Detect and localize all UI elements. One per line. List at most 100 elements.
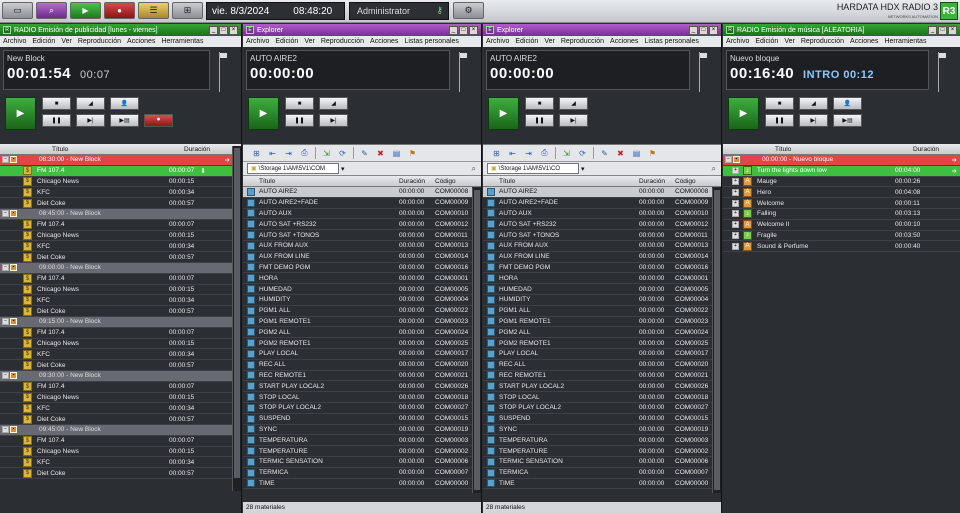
table-row[interactable]: REC ALL 00:00:00 COM00020	[243, 360, 472, 371]
list-item[interactable]: $ Diet Coke 00:00:57	[0, 414, 233, 425]
pause-button[interactable]: ❚❚	[42, 114, 71, 127]
block-row[interactable]: − ▪ 09:00:00 - New Block	[0, 262, 233, 274]
block-row[interactable]: − ▪ 08:30:00 - New Block ➜	[0, 155, 233, 166]
menu-item-herramientas[interactable]: Herramientas	[884, 38, 926, 45]
table-row[interactable]: HUMIDITY 00:00:00 COM00004	[243, 295, 472, 306]
play-button[interactable]: ▶	[488, 97, 519, 130]
properties-icon[interactable]: ⚑	[647, 148, 658, 159]
minimize-icon[interactable]: _	[689, 25, 698, 35]
list-item[interactable]: $ FM 107.4 00:00:07 ⬇	[0, 165, 233, 177]
menu-item-reproduccion[interactable]: Reproducción	[78, 38, 121, 45]
list-item[interactable]: $ Chicago News 00:00:15	[0, 230, 233, 242]
table-row[interactable]: REC REMOTE1 00:00:00 COM00021	[243, 371, 472, 382]
table-row[interactable]: SYNC 00:00:00 COM00019	[243, 425, 472, 436]
table-row[interactable]: PGM1 REMOTE1 00:00:00 COM00023	[243, 317, 472, 328]
list-item[interactable]: + A Sound & Perfume 00:00:40	[723, 241, 960, 253]
next-button[interactable]: ▶|	[76, 114, 105, 127]
refresh-icon[interactable]: ⟳	[337, 148, 348, 159]
vertical-scrollbar[interactable]	[712, 188, 721, 493]
vertical-scrollbar[interactable]	[232, 146, 241, 491]
fade-button[interactable]: ◢	[319, 97, 348, 110]
stop-button[interactable]: ■	[42, 97, 71, 110]
move-left-icon[interactable]: ⇤	[507, 148, 518, 159]
table-row[interactable]: PLAY LOCAL 00:00:00 COM00017	[483, 349, 712, 360]
table-row[interactable]: FMT DEMO PGM 00:00:00 COM00016	[483, 263, 712, 274]
next-button[interactable]: ▶|	[799, 114, 828, 127]
stop-button[interactable]: ■	[525, 97, 554, 110]
delete-icon[interactable]: ✖	[615, 148, 626, 159]
collapse-icon[interactable]: −	[2, 372, 9, 380]
column-duration[interactable]: Duración	[399, 178, 435, 185]
search-icon[interactable]: ⌕	[472, 164, 476, 174]
expand-icon[interactable]: +	[732, 177, 739, 185]
menu-item-ver[interactable]: Ver	[784, 38, 795, 45]
table-row[interactable]: AUTO AIRE2+FADE 00:00:00 COM00009	[243, 198, 472, 209]
list-item[interactable]: $ FM 107.4 00:00:07	[0, 328, 233, 339]
list-item[interactable]: $ KFC 00:00:34	[0, 349, 233, 361]
column-title[interactable]: Título	[52, 146, 184, 153]
table-row[interactable]: AUX FROM AUX 00:00:00 COM00013	[243, 241, 472, 252]
table-row[interactable]: AUTO SAT +RS232 00:00:00 COM00012	[243, 219, 472, 231]
pause-button[interactable]: ❚❚	[285, 114, 314, 127]
list-item[interactable]: $ KFC 00:00:34	[0, 295, 233, 307]
list-button[interactable]: ☰	[138, 2, 169, 19]
table-row[interactable]: SYNC 00:00:00 COM00019	[483, 425, 712, 436]
minimize-icon[interactable]: _	[928, 25, 937, 35]
table-row[interactable]: TERMIC SENSATION 00:00:00 COM00006	[243, 457, 472, 468]
table-row[interactable]: TEMPERATURA 00:00:00 COM00003	[483, 435, 712, 447]
user-selector[interactable]: Administrator ⚷	[349, 2, 449, 20]
menu-item-ver[interactable]: Ver	[61, 38, 72, 45]
menu-item-herramientas[interactable]: Herramientas	[161, 38, 203, 45]
list-item[interactable]: $ Diet Coke 00:00:57	[0, 252, 233, 263]
list-item[interactable]: $ Chicago News 00:00:15	[0, 392, 233, 404]
move-right-icon[interactable]: ⇥	[523, 148, 534, 159]
table-row[interactable]: STOP LOCAL 00:00:00 COM00018	[243, 392, 472, 403]
list-item[interactable]: $ FM 107.4 00:00:07	[0, 382, 233, 393]
table-row[interactable]: PGM1 ALL 00:00:00 COM00022	[243, 306, 472, 317]
table-row[interactable]: HUMEDAD 00:00:00 COM00005	[243, 284, 472, 295]
list-item[interactable]: $ KFC 00:00:34	[0, 241, 233, 253]
list-item[interactable]: $ Chicago News 00:00:15	[0, 176, 233, 188]
list-item[interactable]: $ Diet Coke 00:00:57	[0, 306, 233, 317]
collapse-icon[interactable]: −	[2, 426, 9, 434]
document-icon[interactable]: ▤	[631, 148, 642, 159]
table-row[interactable]: PGM2 REMOTE1 00:00:00 COM00025	[243, 338, 472, 349]
block-row[interactable]: − ▪ 09:30:00 - New Block	[0, 370, 233, 382]
collapse-icon[interactable]: −	[2, 210, 9, 218]
minimize-icon[interactable]: _	[209, 25, 218, 35]
chevron-down-icon[interactable]: ▾	[341, 165, 345, 173]
table-row[interactable]: REC REMOTE1 00:00:00 COM00021	[483, 371, 712, 382]
menu-item-archivo[interactable]: Archivo	[486, 38, 509, 45]
table-row[interactable]: AUTO AIRE2 00:00:00 COM00008	[483, 187, 712, 198]
expand-icon[interactable]: +	[732, 167, 739, 175]
menu-item-archivo[interactable]: Archivo	[726, 38, 749, 45]
menu-item-archivo[interactable]: Archivo	[3, 38, 26, 45]
menu-item-reproduccion[interactable]: Reproducción	[321, 38, 364, 45]
table-row[interactable]: SUSPEND 00:00:00 COM00015	[243, 414, 472, 425]
fade-button[interactable]: ◢	[76, 97, 105, 110]
menu-item-acciones[interactable]: Acciones	[127, 38, 155, 45]
user-action-button[interactable]: 👤	[833, 97, 862, 110]
settings-button[interactable]: ⚙	[453, 2, 484, 19]
list-item[interactable]: + ♪ Falling 00:03:13	[723, 209, 960, 220]
list-item[interactable]: $ Diet Coke 00:00:57	[0, 468, 233, 479]
chevron-down-icon[interactable]: ▾	[581, 165, 585, 173]
menu-item-listas[interactable]: Listas personales	[644, 38, 698, 45]
table-row[interactable]: AUTO AUX 00:00:00 COM00010	[483, 209, 712, 220]
expand-icon[interactable]: +	[732, 221, 739, 229]
search-button[interactable]: ⌕	[36, 2, 67, 19]
close-icon[interactable]: ×	[469, 25, 478, 35]
table-row[interactable]: TEMPERATURA 00:00:00 COM00003	[243, 435, 472, 447]
table-row[interactable]: PLAY LOCAL 00:00:00 COM00017	[243, 349, 472, 360]
column-duration[interactable]: Duración	[184, 146, 210, 153]
stop-button[interactable]: ■	[765, 97, 794, 110]
menu-item-edicion[interactable]: Edición	[32, 38, 55, 45]
list-item[interactable]: $ Diet Coke 00:00:57	[0, 360, 233, 371]
table-row[interactable]: AUX FROM AUX 00:00:00 COM00013	[483, 241, 712, 252]
refresh-icon[interactable]: ⟳	[577, 148, 588, 159]
menu-item-listas[interactable]: Listas personales	[404, 38, 458, 45]
import-icon[interactable]: ⇲	[321, 148, 332, 159]
list-item[interactable]: + ♪ Fragile 00:03:50	[723, 230, 960, 242]
pause-button[interactable]: ❚❚	[765, 114, 794, 127]
table-row[interactable]: STOP LOCAL 00:00:00 COM00018	[483, 392, 712, 403]
